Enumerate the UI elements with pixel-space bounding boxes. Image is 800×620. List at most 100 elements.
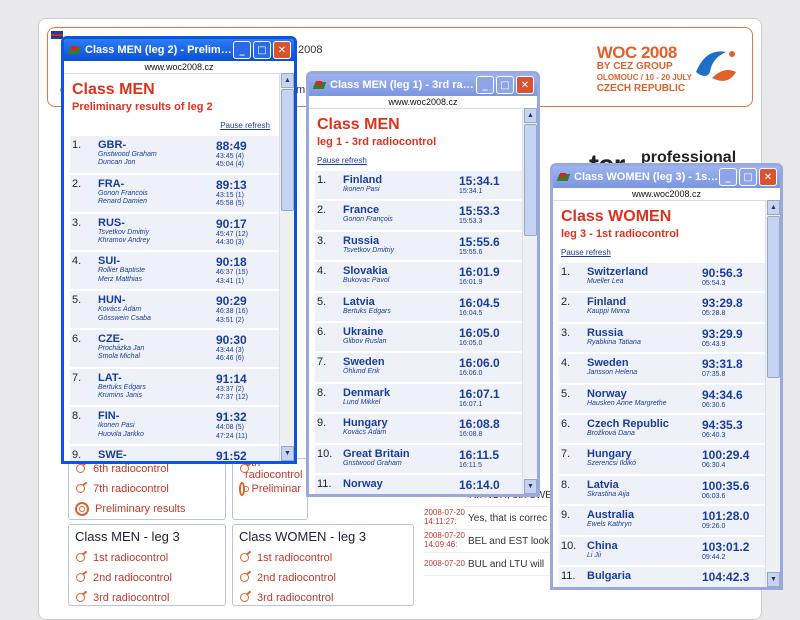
- link-1st-radiocontrol[interactable]: 1st radiocontrol: [233, 548, 413, 568]
- runner-name: Öhlund Erik: [343, 368, 380, 376]
- position: 10.: [317, 447, 333, 460]
- runner-name: Smola Michal: [98, 353, 141, 361]
- scroll-down-icon[interactable]: ▼: [281, 446, 294, 461]
- position: 6.: [317, 325, 327, 338]
- position: 2.: [317, 204, 327, 217]
- window-titlebar[interactable]: Class MEN (leg 1) - 3rd radio... _ □ ✕: [309, 74, 537, 96]
- link-label: 6th radiocontrol: [93, 463, 169, 475]
- runner-name: Gristwood Graham: [343, 459, 402, 467]
- vertical-scrollbar[interactable]: ▲ ▼: [279, 73, 294, 461]
- window-title: Class MEN (leg 1) - 3rd radio...: [330, 79, 476, 91]
- minimize-button[interactable]: _: [233, 41, 251, 59]
- result-time: 101:28.0: [702, 509, 750, 524]
- minimize-button[interactable]: _: [476, 76, 494, 94]
- result-row: 10. China Li Jii 103:01.2 09:44.2: [559, 536, 766, 565]
- result-row: 4. SUI- Rollier Baptiste Merz Matthias 90:18…: [70, 252, 280, 290]
- result-time: 15:34.1: [459, 174, 500, 188]
- link-1st-radiocontrol[interactable]: 1st radiocontrol: [69, 548, 225, 568]
- result-time: 16:07.1: [459, 386, 500, 401]
- team-name: Denmark: [343, 386, 391, 399]
- position: 1.: [72, 139, 82, 151]
- panel-women-leg3: Class WOMEN - leg 3 1st radiocontrol 2nd…: [232, 524, 414, 606]
- close-button[interactable]: ✕: [273, 41, 291, 59]
- position: 5.: [561, 387, 571, 400]
- pause-refresh-link[interactable]: Pause refresh: [72, 121, 270, 130]
- team-name: LAT-: [98, 371, 122, 384]
- result-row: 9. Australia Ewels Kathryn 101:28.0 09:26.0: [559, 506, 766, 535]
- scroll-down-icon[interactable]: ▼: [524, 479, 537, 494]
- runner-name: Procházka Jan: [98, 344, 145, 352]
- team-name: France: [343, 204, 380, 217]
- link-2nd-radiocontrol[interactable]: 2nd radiocontrol: [69, 568, 225, 588]
- result-row: 5. Norway Hausken Anne Margrethe 94:34.6 06:…: [559, 384, 766, 413]
- results-heading: Class WOMEN: [561, 208, 672, 225]
- news-item: 2008-07-20 14:11:27: Yes, that is correc: [424, 507, 554, 530]
- link-7th-radiocontrol[interactable]: 7th radiocontrol: [69, 479, 225, 499]
- window-women-leg3[interactable]: Class WOMEN (leg 3) - 1st ra... _ □ ✕ ww…: [550, 163, 783, 590]
- runner-name: Jansson Helena: [587, 369, 638, 377]
- position: 9.: [72, 449, 82, 461]
- split-time: 05:28.8: [702, 310, 726, 318]
- team-name: Norway: [343, 477, 383, 490]
- close-button[interactable]: ✕: [516, 76, 534, 94]
- window-titlebar[interactable]: Class WOMEN (leg 3) - 1st ra... _ □ ✕: [553, 166, 780, 188]
- app-icon: [68, 44, 81, 57]
- runner-name: Skrastina Aija: [587, 490, 630, 498]
- link-3rd-radiocontrol[interactable]: 3rd radiocontrol: [69, 588, 225, 608]
- position: 7.: [72, 371, 82, 384]
- window-men-leg2[interactable]: Class MEN (leg 2) - Prelimina... _ □ ✕ w…: [61, 36, 297, 464]
- woc-logo[interactable]: WOC 2008 BY CEZ GROUP OLOMOUC / 10 - 20 …: [597, 44, 692, 94]
- maximize-button[interactable]: □: [253, 41, 271, 59]
- split-time: 09:26.0: [702, 523, 726, 531]
- scroll-up-icon[interactable]: ▲: [281, 73, 294, 88]
- link-3rd-radiocontrol[interactable]: 3rd radiocontrol: [233, 588, 413, 608]
- link-label: 1st radiocontrol: [257, 552, 333, 564]
- result-time: 103:01.2: [702, 539, 750, 554]
- result-row: 1. Finland Ikonen Pasi 15:34.1 15:34.1: [315, 171, 523, 200]
- link-label: Preliminar: [251, 483, 301, 495]
- link-label: Preliminary results: [95, 503, 186, 515]
- scroll-thumb[interactable]: [524, 124, 537, 236]
- minimize-button[interactable]: _: [719, 168, 737, 186]
- runner-name: Kovács Ádám: [98, 306, 142, 314]
- vertical-scrollbar[interactable]: ▲ ▼: [765, 200, 780, 587]
- split-time: 45:47 (12): [216, 230, 248, 238]
- team-name: Sweden: [587, 357, 629, 370]
- position: 4.: [72, 255, 82, 268]
- link-preliminary-results[interactable]: Preliminary results: [69, 499, 225, 519]
- logo-line2: BY CEZ GROUP: [596, 61, 673, 72]
- news-text: BEL and EST look: [468, 535, 550, 547]
- maximize-button[interactable]: □: [739, 168, 757, 186]
- window-titlebar[interactable]: Class MEN (leg 2) - Prelimina... _ □ ✕: [64, 39, 294, 61]
- scroll-up-icon[interactable]: ▲: [524, 108, 537, 123]
- radio-icon: [75, 463, 87, 475]
- position: 3.: [561, 326, 571, 339]
- link-2nd-radiocontrol[interactable]: 2nd radiocontrol: [233, 568, 413, 588]
- scroll-thumb[interactable]: [281, 89, 294, 211]
- maximize-button[interactable]: □: [496, 76, 514, 94]
- pause-refresh-link[interactable]: Pause refresh: [317, 156, 523, 165]
- close-button[interactable]: ✕: [759, 168, 777, 186]
- app-icon: [313, 79, 326, 92]
- results-subheading: leg 1 - 3rd radiocontrol: [317, 136, 437, 148]
- scroll-thumb[interactable]: [767, 216, 780, 378]
- split-time: 43:37 (2): [216, 385, 245, 393]
- window-men-leg1[interactable]: Class MEN (leg 1) - 3rd radio... _ □ ✕ w…: [306, 71, 540, 497]
- position: 8.: [317, 386, 327, 399]
- link-preliminary[interactable]: Preliminar: [233, 479, 307, 499]
- result-row: 3. Russia Ryabkina Tatiana 93:29.9 05:43.9: [559, 323, 766, 353]
- vertical-scrollbar[interactable]: ▲ ▼: [522, 108, 537, 494]
- team-name: FIN-: [98, 410, 120, 423]
- split-time: 46:38 (16): [216, 308, 248, 316]
- runner-name: Rollier Baptiste: [98, 267, 146, 275]
- runner-name: Mueller Lea: [587, 278, 624, 285]
- pause-refresh-link[interactable]: Pause refresh: [561, 248, 766, 257]
- logo-line1: WOC 2008: [596, 43, 678, 62]
- split-time: 15:55.6: [459, 248, 483, 256]
- position: 9.: [561, 509, 571, 522]
- scroll-up-icon[interactable]: ▲: [767, 200, 780, 215]
- result-time: 90:30: [216, 332, 247, 347]
- position: 5.: [317, 295, 327, 308]
- scroll-down-icon[interactable]: ▼: [767, 572, 780, 587]
- split-time: 06:30.4: [702, 462, 726, 470]
